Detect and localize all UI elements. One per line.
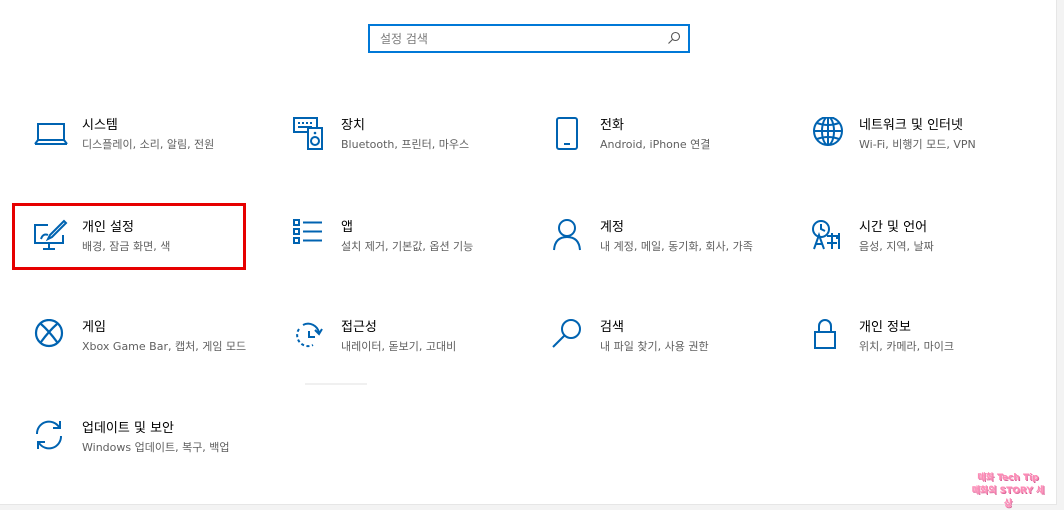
laptop-icon [34,117,68,151]
tile-gaming[interactable]: 게임 Xbox Game Bar, 캡처, 게임 모드 [34,319,264,389]
search-input[interactable] [370,26,660,51]
tile-title: 업데이트 및 보안 [82,421,174,436]
sync-icon [34,420,68,454]
tile-description: 내레이터, 돋보기, 고대비 [341,340,457,353]
tile-description: 내 계정, 메일, 동기화, 회사, 가족 [600,240,753,253]
tile-title: 계정 [600,220,624,235]
tile-time-language[interactable]: 시간 및 언어 음성, 지역, 날짜 [811,219,1041,289]
tile-accounts[interactable]: 계정 내 계정, 메일, 동기화, 회사, 가족 [552,219,782,289]
tile-description: Xbox Game Bar, 캡처, 게임 모드 [82,340,247,353]
search-icon[interactable] [666,30,682,46]
tile-system[interactable]: 시스템 디스플레이, 소리, 알림, 전원 [34,117,264,187]
tile-description: Android, iPhone 연결 [600,138,711,151]
tile-title: 개인 정보 [859,320,911,335]
watermark-line-1: 매화 Tech Tip [977,473,1039,483]
tile-network[interactable]: 네트워크 및 인터넷 Wi-Fi, 비행기 모드, VPN [811,117,1041,187]
settings-window: 시스템 디스플레이, 소리, 알림, 전원 장치 Bluetooth, 프린터,… [0,0,1057,505]
tile-phone[interactable]: 전화 Android, iPhone 연결 [552,117,782,187]
watermark-line-2: 매화의 STORY 세상 [971,486,1045,509]
tile-title: 시스템 [82,118,118,133]
tile-description: 음성, 지역, 날짜 [859,240,934,253]
tile-title: 네트워크 및 인터넷 [859,118,963,133]
tile-title: 시간 및 언어 [859,220,928,235]
person-icon [552,219,586,253]
watermark: 매화 Tech Tip 매화의 STORY 세상 [968,472,1048,510]
tile-ease-of-access[interactable]: 접근성 내레이터, 돋보기, 고대비 [293,319,523,389]
tile-personalization[interactable]: 개인 설정 배경, 잠금 화면, 색 [34,219,264,289]
tile-update-security[interactable]: 업데이트 및 보안 Windows 업데이트, 복구, 백업 [34,420,264,490]
tile-description: Windows 업데이트, 복구, 백업 [82,441,230,454]
globe-icon [811,117,845,151]
tile-title: 개인 설정 [82,220,134,235]
tile-title: 전화 [600,118,624,133]
tile-title: 장치 [341,118,365,133]
apps-list-icon [293,219,327,253]
time-language-icon [811,219,845,253]
tile-description: 배경, 잠금 화면, 색 [82,240,171,253]
ease-of-access-icon [293,319,327,353]
xbox-icon [34,319,68,353]
tile-search[interactable]: 검색 내 파일 찾기, 사용 권한 [552,319,782,389]
tile-description: 디스플레이, 소리, 알림, 전원 [82,138,215,151]
tile-description: 내 파일 찾기, 사용 권한 [600,340,709,353]
search-box[interactable] [368,24,690,53]
search-icon [552,319,586,353]
tile-title: 접근성 [341,320,377,335]
personalization-icon [34,219,68,253]
tile-devices[interactable]: 장치 Bluetooth, 프린터, 마우스 [293,117,523,187]
tile-apps[interactable]: 앱 설치 제거, 기본값, 옵션 기능 [293,219,523,289]
tile-description: Bluetooth, 프린터, 마우스 [341,138,470,151]
tile-title: 앱 [341,220,353,235]
tile-privacy[interactable]: 개인 정보 위치, 카메라, 마이크 [811,319,1041,389]
tile-description: 위치, 카메라, 마이크 [859,340,954,353]
tile-title: 게임 [82,320,106,335]
tile-title: 검색 [600,320,624,335]
divider [305,383,367,385]
devices-icon [293,117,327,151]
tile-description: Wi-Fi, 비행기 모드, VPN [859,138,976,151]
lock-icon [811,319,845,353]
phone-icon [552,117,586,151]
tile-description: 설치 제거, 기본값, 옵션 기능 [341,240,474,253]
